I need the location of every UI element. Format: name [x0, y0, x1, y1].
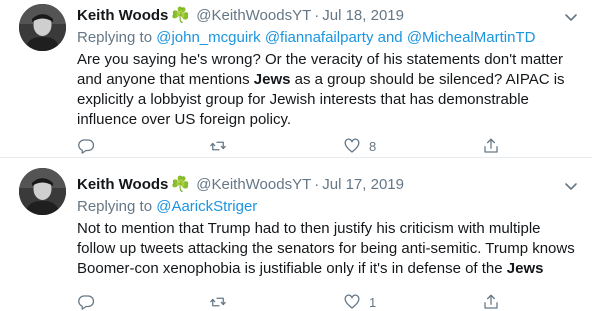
reply-button[interactable]: [77, 136, 103, 156]
separator-dot: ·: [314, 176, 320, 193]
mention-link[interactable]: @fiannafailparty: [265, 29, 374, 46]
separator-dot: ·: [314, 7, 320, 24]
like-button[interactable]: 8: [343, 136, 376, 156]
share-icon: [484, 138, 498, 153]
mention-link[interactable]: @MichealMartinTD: [407, 29, 536, 46]
reply-icon: [78, 295, 95, 310]
tweet-date[interactable]: Jul 18, 2019: [322, 7, 404, 24]
replying-to-label: Replying to: [77, 198, 157, 215]
tweet-actions: 8: [77, 136, 527, 156]
shamrock-emoji: ☘️: [171, 7, 191, 24]
chevron-down-icon[interactable]: [563, 9, 579, 25]
tweet-actions: 1: [77, 292, 527, 311]
avatar[interactable]: [19, 168, 66, 215]
heart-icon: [344, 294, 360, 309]
replying-to-label: Replying to: [77, 29, 157, 46]
like-button[interactable]: 1: [343, 292, 376, 311]
author-handle[interactable]: @KeithWoodsYT: [196, 7, 311, 24]
highlighted-keyword: Jews: [506, 260, 544, 277]
shamrock-emoji: ☘️: [171, 176, 191, 193]
reply-button[interactable]: [77, 292, 103, 311]
like-count: 8: [369, 138, 377, 154]
retweet-icon: [210, 297, 226, 307]
share-icon: [484, 294, 498, 309]
author-name[interactable]: Keith Woods: [77, 7, 168, 24]
retweet-icon: [210, 141, 226, 151]
mention-link[interactable]: @AarickStriger: [156, 198, 257, 215]
author-handle[interactable]: @KeithWoodsYT: [196, 176, 311, 193]
retweet-button[interactable]: [209, 292, 235, 311]
tweet-header: Keith Woods ☘️ @KeithWoodsYT · Jul 17, 2019: [77, 175, 404, 195]
reply-icon: [78, 139, 95, 154]
tweet-header: Keith Woods ☘️ @KeithWoodsYT · Jul 18, 2019: [77, 6, 404, 26]
tweet-date[interactable]: Jul 17, 2019: [322, 176, 404, 193]
mention-link[interactable]: and: [378, 29, 403, 46]
replying-to: Replying to @john_mcguirk @fiannafailpar…: [77, 28, 535, 48]
tweet-text: Are you saying he's wrong? Or the veraci…: [77, 50, 577, 130]
tweet[interactable]: Keith Woods ☘️ @KeithWoodsYT · Jul 18, 2019…: [0, 0, 592, 158]
share-button[interactable]: [482, 292, 500, 311]
tweet-text: Not to mention that Trump had to then ju…: [77, 219, 577, 279]
replying-to: Replying to @AarickStriger: [77, 197, 257, 217]
heart-icon: [344, 138, 360, 153]
tweet[interactable]: Keith Woods ☘️ @KeithWoodsYT · Jul 17, 2019…: [0, 158, 592, 311]
share-button[interactable]: [482, 136, 500, 156]
chevron-down-icon[interactable]: [563, 178, 579, 194]
like-count: 1: [369, 294, 377, 310]
avatar[interactable]: [19, 4, 66, 51]
tweet-text-segment: Not to mention that Trump had to then ju…: [77, 220, 575, 277]
highlighted-keyword: Jews: [253, 71, 291, 88]
author-name[interactable]: Keith Woods: [77, 176, 168, 193]
retweet-button[interactable]: [209, 136, 235, 156]
mention-link[interactable]: @john_mcguirk: [156, 29, 260, 46]
